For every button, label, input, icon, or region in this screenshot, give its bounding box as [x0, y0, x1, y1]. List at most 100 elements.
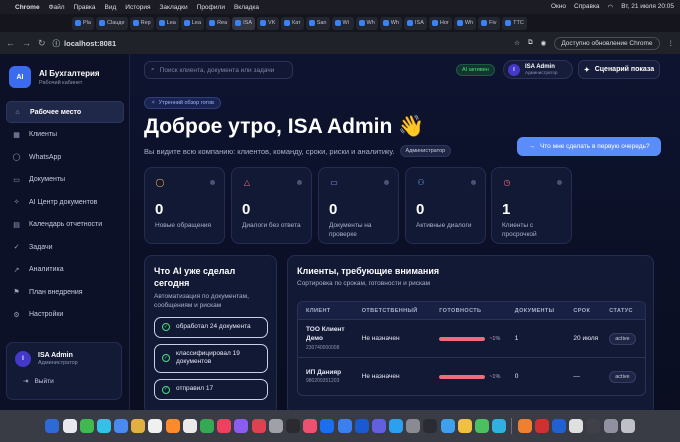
dock-app-icon[interactable]: [534, 419, 549, 433]
chrome-update-button[interactable]: Доступно обновление Chrome: [554, 36, 660, 50]
menubar-item[interactable]: Справка: [574, 3, 600, 11]
sidebar-item-whatsapp[interactable]: ◯ WhatsApp: [6, 146, 124, 168]
sidebar-item-calendar[interactable]: ▤ Календарь отчетности: [6, 214, 124, 236]
dock-app-icon[interactable]: [475, 419, 489, 433]
browser-tab[interactable]: Lea: [180, 16, 205, 30]
table-row[interactable]: ИП Данияр 980209351203 Не назначен ~1% 0 …: [298, 357, 645, 395]
browser-tab[interactable]: Rea: [206, 16, 231, 30]
reload-icon[interactable]: ↻: [38, 38, 46, 49]
browser-tab[interactable]: ISA: [404, 16, 427, 30]
extensions-icon[interactable]: ⧉: [528, 39, 533, 47]
menubar-item[interactable]: История: [125, 4, 150, 11]
dock-app-icon[interactable]: [234, 419, 249, 433]
dock-app-icon[interactable]: [268, 419, 283, 433]
sidebar-item-workspace[interactable]: ⌂ Рабочее место: [6, 101, 124, 123]
forward-icon[interactable]: →: [22, 38, 31, 48]
dock-app-icon[interactable]: [303, 419, 318, 433]
dock-app-icon[interactable]: [114, 419, 129, 433]
dock-app-icon[interactable]: [79, 419, 94, 433]
client-name[interactable]: ИП Данияр: [306, 369, 354, 378]
search-input[interactable]: ⌕ Поиск клиента, документа или задачи: [144, 61, 293, 79]
menubar-item[interactable]: Правка: [74, 4, 96, 11]
ai-activity-item[interactable]: ✓ отправил 17: [154, 379, 268, 400]
browser-tab[interactable]: Кат: [281, 16, 304, 30]
column-header[interactable]: СРОК: [565, 308, 601, 314]
table-row[interactable]: ТОО Клиент Демо 230740000008 Не назначен …: [298, 319, 645, 357]
dock-app-icon[interactable]: [423, 419, 438, 433]
dock-app-icon[interactable]: [551, 419, 566, 433]
sidebar-item-rollout-plan[interactable]: ⚑ План внедрения: [6, 281, 124, 303]
dock-app-icon[interactable]: [251, 419, 266, 433]
browser-tab[interactable]: Fiv: [478, 16, 501, 30]
browser-tab[interactable]: ТТС: [502, 16, 527, 30]
address-bar[interactable]: ⓘ localhost:8081: [53, 38, 117, 49]
browser-tab[interactable]: Pla: [72, 16, 94, 30]
browser-tab[interactable]: VK: [257, 16, 280, 30]
dock-app-icon[interactable]: [62, 419, 77, 433]
dock-app-icon[interactable]: [165, 419, 180, 433]
sidebar-item-analytics[interactable]: ↗ Аналитика: [6, 259, 124, 281]
dock-app-icon[interactable]: [182, 419, 197, 433]
menubar-item[interactable]: Закладки: [160, 4, 188, 11]
logout-button[interactable]: ⇥ Выйти: [15, 377, 113, 386]
bookmark-star-icon[interactable]: ☆: [514, 39, 520, 47]
sidebar-item-settings[interactable]: ⚙ Настройки: [6, 304, 124, 326]
menubar-app-name[interactable]: Chrome: [15, 4, 40, 11]
browser-tab[interactable]: Wh: [379, 16, 402, 30]
stat-card-unanswered[interactable]: △ 0 Диалоги без ответа: [231, 167, 312, 244]
menubar-item[interactable]: Файл: [49, 4, 65, 11]
dock-app-icon[interactable]: [492, 419, 507, 433]
dock-app-icon[interactable]: [586, 419, 601, 433]
priority-cta-button[interactable]: → Что мне сделать в первую очередь?: [517, 137, 661, 156]
column-header[interactable]: СТАТУС: [601, 308, 645, 314]
dock-app-icon[interactable]: [285, 419, 300, 433]
sidebar-item-ai-docs[interactable]: ✧ AI Центр документов: [6, 191, 124, 213]
browser-tab[interactable]: ISA: [232, 16, 256, 30]
dock-app-icon[interactable]: [217, 419, 232, 433]
stat-card-active-dialogs[interactable]: ⚇ 0 Активные диалоги: [405, 167, 486, 244]
browser-tab[interactable]: Clauде: [96, 16, 128, 30]
profile-icon[interactable]: ◉: [541, 39, 547, 47]
column-header[interactable]: ДОКУМЕНТЫ: [507, 308, 566, 314]
dock-app-icon[interactable]: [337, 419, 352, 433]
dock-app-icon[interactable]: [440, 419, 455, 433]
kebab-menu-icon[interactable]: ⋮: [668, 39, 675, 47]
dock-app-icon[interactable]: [320, 419, 335, 433]
dock-app-icon[interactable]: [371, 419, 386, 433]
wifi-icon[interactable]: ◠: [608, 3, 614, 11]
stat-card-overdue-clients[interactable]: ◷ 1 Клиенты с просрочкой: [491, 167, 572, 244]
menubar-item[interactable]: Вид: [105, 4, 117, 11]
site-info-icon[interactable]: ⓘ: [53, 38, 61, 49]
browser-tab[interactable]: Wh: [355, 16, 378, 30]
browser-tab[interactable]: Lea: [155, 16, 179, 30]
sidebar-item-tasks[interactable]: ✓ Задачи: [6, 236, 124, 258]
dock-app-icon[interactable]: [96, 419, 111, 433]
client-name[interactable]: ТОО Клиент Демо: [306, 326, 354, 344]
browser-tab[interactable]: Ног: [428, 16, 452, 30]
sidebar-item-documents[interactable]: ▭ Документы: [6, 169, 124, 191]
browser-tab[interactable]: Wh: [453, 16, 477, 30]
column-header[interactable]: ГОТОВНОСТЬ: [431, 308, 507, 314]
dock-app-icon[interactable]: [148, 419, 163, 433]
column-header[interactable]: ОТВЕТСТВЕННЫЙ: [354, 308, 432, 314]
menubar-item[interactable]: Окно: [551, 3, 566, 11]
dock-app-icon[interactable]: [45, 419, 60, 433]
browser-tab[interactable]: San: [305, 16, 330, 30]
stat-card-docs-review[interactable]: ▭ 0 Документы на проверке: [318, 167, 399, 244]
dock-app-icon[interactable]: [620, 419, 635, 433]
menubar-item[interactable]: Профили: [197, 4, 225, 11]
stat-card-new-requests[interactable]: ◯ 0 Новые обращения: [144, 167, 225, 244]
back-icon[interactable]: ←: [6, 38, 15, 48]
dock-app-icon[interactable]: [457, 419, 472, 433]
dock-app-icon[interactable]: [603, 419, 618, 433]
dock-app-icon[interactable]: [131, 419, 146, 433]
menubar-clock[interactable]: Вт, 21 июля 20:05: [621, 3, 674, 11]
dock-app-icon[interactable]: [389, 419, 404, 433]
dock-app-icon[interactable]: [200, 419, 214, 433]
browser-tab[interactable]: Wi: [331, 16, 354, 30]
dock-app-icon[interactable]: [354, 419, 369, 433]
ai-activity-item[interactable]: ✓ классифицировал 19 документов: [154, 343, 268, 374]
menubar-item[interactable]: Вкладка: [234, 4, 259, 11]
dock-app-icon[interactable]: [406, 419, 421, 433]
column-header[interactable]: КЛИЕНТ: [298, 308, 354, 314]
